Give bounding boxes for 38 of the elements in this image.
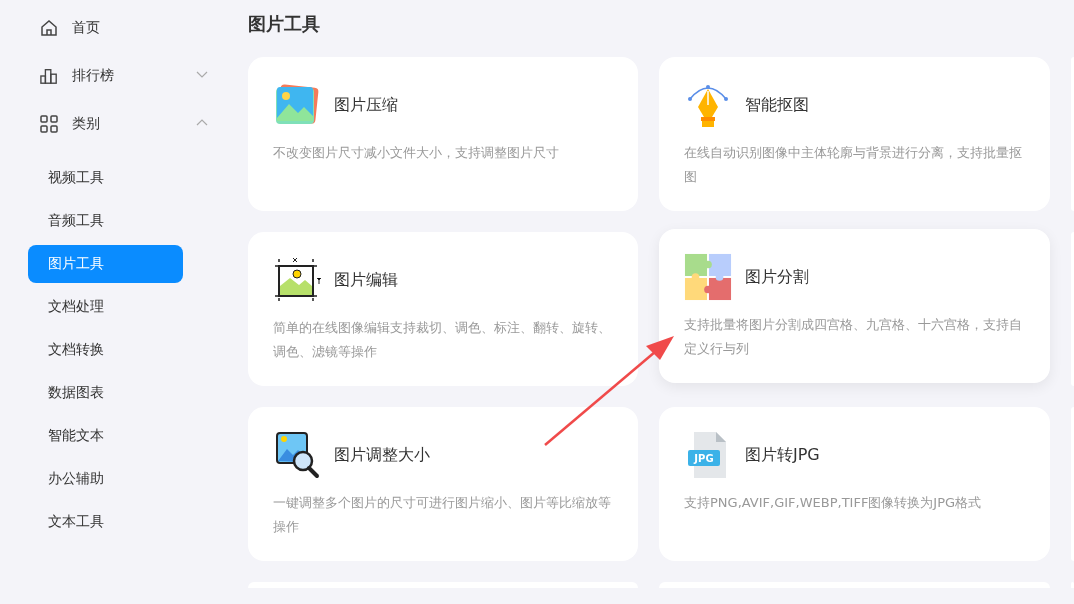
- tool-title: 智能抠图: [745, 94, 809, 116]
- nav-item[interactable]: 类别: [72, 115, 100, 133]
- category-item[interactable]: 视频工具: [28, 159, 183, 197]
- category-item[interactable]: 数据图表: [28, 374, 183, 412]
- tool-title: 图片分割: [745, 266, 809, 288]
- category-item[interactable]: 文档转换: [28, 331, 183, 369]
- tool-description: 在线自动识别图像中主体轮廓与背景进行分离，支持批量抠图: [684, 144, 1023, 186]
- tool-title: 图片转JPG: [745, 444, 820, 466]
- image-edit-icon: [273, 256, 321, 304]
- nav-item[interactable]: 首页: [72, 19, 100, 37]
- grid-icon: [40, 115, 58, 133]
- nav-item[interactable]: 排行榜: [72, 67, 114, 85]
- tool-card[interactable]: 图片调整大小 一键调整多个图片的尺寸可进行图片缩小、图片等比缩放等操作: [248, 407, 638, 561]
- tool-description: 不改变图片尺寸减小文件大小，支持调整图片尺寸: [273, 144, 560, 162]
- chevron-icon[interactable]: [196, 119, 208, 126]
- category-item[interactable]: 智能文本: [28, 417, 183, 455]
- tool-description: 支持批量将图片分割成四宫格、九宫格、十六宫格，支持自定义行与列: [684, 316, 1023, 358]
- tool-title: 图片编辑: [334, 269, 398, 291]
- category-item[interactable]: 文本工具: [28, 503, 183, 541]
- category-item[interactable]: 办公辅助: [28, 460, 183, 498]
- tool-description: 支持PNG,AVIF,GIF,WEBP,TIFF图像转换为JPG格式: [684, 494, 983, 512]
- tool-description: 一键调整多个图片的尺寸可进行图片缩小、图片等比缩放等操作: [273, 494, 612, 536]
- tool-card[interactable]: 图片分割 支持批量将图片分割成四宫格、九宫格、十六宫格，支持自定义行与列: [659, 229, 1050, 383]
- tool-card[interactable]: 图片编辑 简单的在线图像编辑支持裁切、调色、标注、翻转、旋转、调色、滤镜等操作: [248, 232, 638, 386]
- category-item[interactable]: 文档处理: [28, 288, 183, 326]
- tool-card[interactable]: 图片压缩 不改变图片尺寸减小文件大小，支持调整图片尺寸: [248, 57, 638, 211]
- category-item[interactable]: 音频工具: [28, 202, 183, 240]
- tool-title: 图片压缩: [334, 94, 398, 116]
- image-search-icon: [273, 431, 321, 479]
- tool-description: 简单的在线图像编辑支持裁切、调色、标注、翻转、旋转、调色、滤镜等操作: [273, 319, 612, 361]
- tool-title: 图片调整大小: [334, 444, 430, 466]
- tool-card[interactable]: JPG 图片转JPG 支持PNG,AVIF,GIF,WEBP,TIFF图像转换为JPG格式: [659, 407, 1050, 561]
- home-icon: [40, 19, 58, 37]
- page-title: 图片工具: [248, 12, 321, 36]
- chevron-icon[interactable]: [196, 71, 208, 78]
- puzzle-icon: [684, 252, 732, 302]
- bar-chart-icon: [40, 67, 58, 85]
- tool-card[interactable]: 智能抠图 在线自动识别图像中主体轮廓与背景进行分离，支持批量抠图: [659, 57, 1050, 211]
